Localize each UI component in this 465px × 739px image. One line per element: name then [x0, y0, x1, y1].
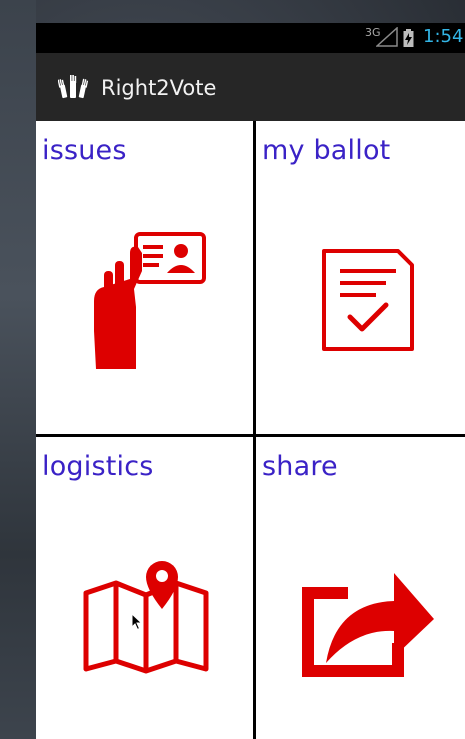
mouse-cursor-icon	[131, 613, 143, 631]
grid-divider-vertical	[253, 121, 256, 739]
id-card-in-hand-icon	[94, 232, 206, 369]
tile-issues[interactable]: issues	[36, 121, 253, 434]
tile-label-logistics: logistics	[42, 451, 154, 482]
action-bar: Right2Vote	[36, 53, 465, 121]
tile-share[interactable]: share	[256, 437, 465, 739]
tile-label-my-ballot: my ballot	[262, 135, 391, 166]
tile-label-share: share	[262, 451, 338, 482]
tile-label-issues: issues	[42, 135, 127, 166]
battery-charging-icon	[403, 29, 414, 47]
background-wallpaper	[0, 0, 36, 739]
status-time: 1:54	[423, 26, 464, 47]
phone-screen: 3G 1:54 Right2Vote issues my ballot logi…	[36, 23, 465, 739]
status-bar: 3G 1:54	[36, 23, 465, 53]
raised-hands-icon[interactable]	[58, 75, 88, 99]
signal-icon	[376, 27, 398, 47]
map-pin-icon	[83, 561, 209, 674]
ballot-checkmark-icon	[322, 249, 414, 351]
app-title: Right2Vote	[101, 76, 217, 100]
grid-divider-horizontal	[36, 434, 465, 437]
tile-my-ballot[interactable]: my ballot	[256, 121, 465, 434]
tile-logistics[interactable]: logistics	[36, 437, 253, 739]
share-arrow-icon	[302, 573, 434, 677]
